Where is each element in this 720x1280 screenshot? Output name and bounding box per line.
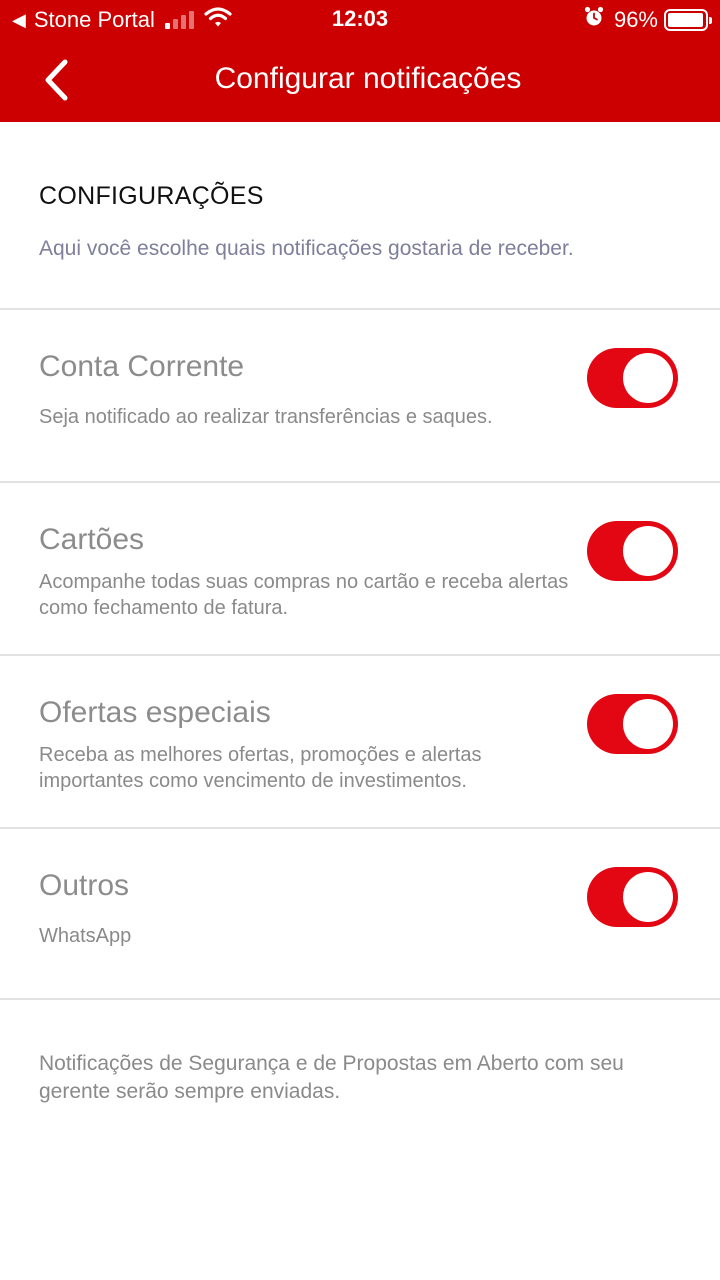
- toggle-outros[interactable]: [587, 867, 678, 927]
- status-bar: ◀ Stone Portal 12:03 96%: [0, 0, 720, 40]
- setting-description: Seja notificado ao realizar transferênci…: [39, 406, 493, 428]
- section-description: Aqui você escolhe quais notificações gos…: [39, 237, 574, 260]
- app-header: ◀ Stone Portal 12:03 96% Configurar noti…: [0, 0, 720, 122]
- setting-title: Ofertas especiais: [39, 696, 271, 729]
- page-title: Configurar notificações: [214, 62, 522, 95]
- setting-row-cartoes: Cartões Acompanhe todas suas compras no …: [0, 483, 720, 656]
- battery-icon: [664, 9, 712, 31]
- battery-percentage: 96%: [613, 7, 658, 32]
- setting-description: WhatsApp: [39, 925, 132, 947]
- setting-description: Acompanhe todas suas compras no cartão e…: [39, 571, 569, 619]
- toggle-knob: [623, 699, 673, 749]
- navigation-bar: Configurar notificações: [0, 40, 720, 122]
- toggle-knob: [623, 353, 673, 403]
- intro-section: CONFIGURAÇÕES Aqui você escolhe quais no…: [0, 122, 720, 310]
- setting-description: Receba as melhores ofertas, promoções e …: [39, 744, 482, 792]
- setting-title: Cartões: [39, 523, 145, 556]
- toggle-knob: [623, 872, 673, 922]
- status-bar-right: 96%: [584, 6, 712, 34]
- setting-row-outros: Outros WhatsApp: [0, 829, 720, 1000]
- setting-title: Outros: [39, 869, 130, 902]
- footer-note: Notificações de Segurança e de Propostas…: [39, 1052, 624, 1103]
- toggle-knob: [623, 526, 673, 576]
- toggle-conta-corrente[interactable]: [587, 348, 678, 408]
- section-title: CONFIGURAÇÕES: [39, 182, 264, 210]
- toggle-ofertas-especiais[interactable]: [587, 694, 678, 754]
- setting-row-ofertas-especiais: Ofertas especiais Receba as melhores ofe…: [0, 656, 720, 829]
- alarm-clock-icon: [584, 6, 604, 34]
- setting-row-conta-corrente: Conta Corrente Seja notificado ao realiz…: [0, 310, 720, 483]
- setting-title: Conta Corrente: [39, 350, 245, 383]
- toggle-cartoes[interactable]: [587, 521, 678, 581]
